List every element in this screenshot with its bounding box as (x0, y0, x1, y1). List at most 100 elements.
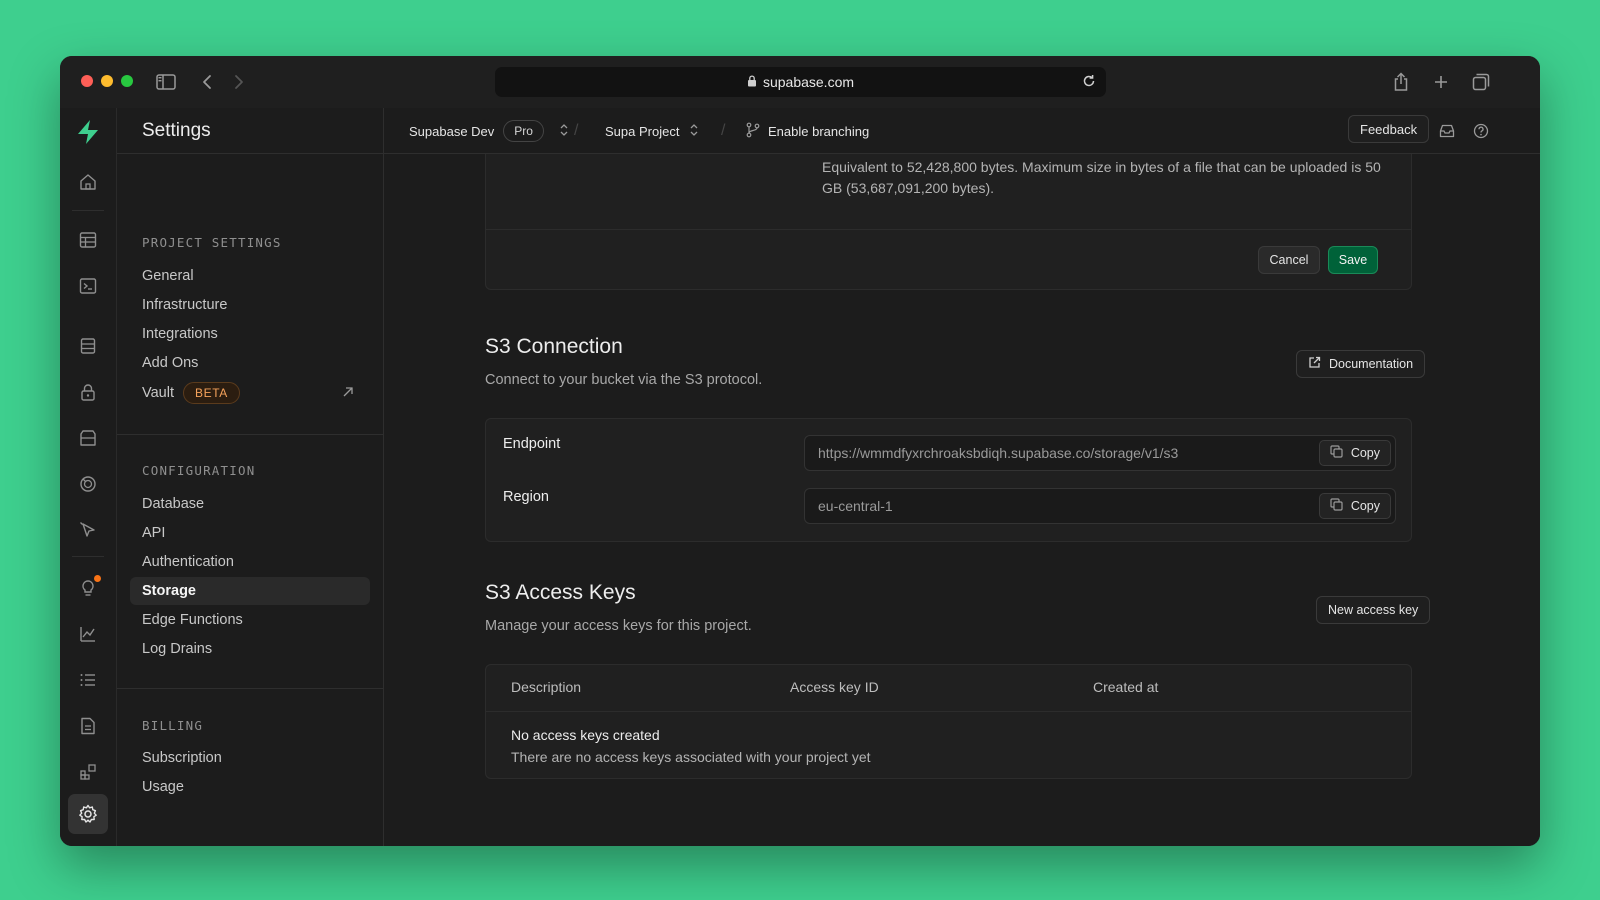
auth-icon[interactable] (68, 372, 108, 412)
sidebar-item-database[interactable]: Database (130, 490, 370, 518)
save-button[interactable]: Save (1328, 246, 1378, 274)
settings-icon[interactable] (68, 794, 108, 834)
browser-window: supabase.com Settings PROJECT SETTINGS G… (60, 56, 1540, 846)
sidebar-item-integrations[interactable]: Integrations (130, 320, 370, 348)
url-text: supabase.com (762, 74, 855, 90)
region-label: Region (503, 489, 549, 505)
new-tab-icon[interactable] (1428, 69, 1454, 95)
table-header-divider (486, 711, 1411, 712)
tab-overview-icon[interactable] (1468, 69, 1494, 95)
zoom-window-button[interactable] (121, 75, 133, 87)
panel-divider (486, 229, 1411, 230)
sidebar-divider (117, 688, 384, 689)
copy-region-button[interactable]: Copy (1318, 493, 1391, 519)
sidebar-item-usage[interactable]: Usage (130, 773, 370, 801)
chevron-up-down-icon (689, 123, 699, 140)
address-bar[interactable]: supabase.com (495, 67, 1106, 97)
close-window-button[interactable] (81, 75, 93, 87)
sidebar-title: Settings (117, 108, 383, 154)
sidebar-item-storage[interactable]: Storage (130, 577, 370, 605)
edge-functions-icon[interactable] (68, 510, 108, 550)
region-value: eu-central-1 (818, 498, 893, 514)
breadcrumb-separator: / (721, 122, 726, 139)
sql-editor-icon[interactable] (68, 266, 108, 306)
share-icon[interactable] (1388, 69, 1414, 95)
s3-access-keys-title: S3 Access Keys (485, 581, 636, 604)
sidebar-item-authentication[interactable]: Authentication (130, 548, 370, 576)
sidebar-item-vault[interactable]: Vault BETA (130, 379, 370, 407)
sidebar-item-edge-functions[interactable]: Edge Functions (130, 606, 370, 634)
section-title-project-settings: PROJECT SETTINGS (142, 235, 282, 250)
inbox-icon[interactable] (1439, 108, 1455, 154)
endpoint-value: https://wmmdfyxrchroaksbdiqh.supabase.co… (818, 445, 1179, 461)
s3-access-keys-subtitle: Manage your access keys for this project… (485, 618, 752, 634)
copy-endpoint-button[interactable]: Copy (1318, 440, 1391, 466)
sidebar-divider (117, 434, 384, 435)
sidebar-item-subscription[interactable]: Subscription (130, 744, 370, 772)
documentation-label: Documentation (1329, 357, 1414, 371)
reports-icon[interactable] (68, 614, 108, 654)
minimize-window-button[interactable] (101, 75, 113, 87)
org-selector[interactable]: Supabase Dev Pro (409, 108, 569, 154)
sidebar-item-api[interactable]: API (130, 519, 370, 547)
back-icon[interactable] (194, 69, 220, 95)
project-selector[interactable]: Supa Project (605, 108, 699, 154)
empty-state-subtitle: There are no access keys associated with… (511, 749, 871, 765)
external-link-icon (1308, 356, 1321, 372)
sidebar-toggle-icon[interactable] (153, 69, 179, 95)
section-title-configuration: CONFIGURATION (142, 463, 256, 478)
main-content: Equivalent to 52,428,800 bytes. Maximum … (385, 154, 1540, 846)
empty-state-title: No access keys created (511, 727, 660, 743)
cancel-button[interactable]: Cancel (1258, 246, 1320, 274)
plan-badge: Pro (503, 120, 544, 142)
beta-badge: BETA (182, 382, 240, 404)
sidebar-item-log-drains[interactable]: Log Drains (130, 635, 370, 663)
api-docs-icon[interactable] (68, 706, 108, 746)
external-link-icon (342, 386, 354, 402)
advisors-icon[interactable] (68, 568, 108, 608)
sidebar-item-label: Vault (142, 385, 174, 401)
endpoint-field[interactable]: https://wmmdfyxrchroaksbdiqh.supabase.co… (804, 435, 1396, 471)
notification-dot (94, 575, 101, 582)
s3-connection-title: S3 Connection (485, 335, 623, 358)
project-name: Supa Project (605, 123, 680, 139)
access-keys-table: Description Access key ID Created at No … (485, 664, 1412, 779)
documentation-button[interactable]: Documentation (1296, 350, 1426, 378)
org-name: Supabase Dev (409, 123, 495, 139)
supabase-logo-icon[interactable] (68, 112, 108, 152)
sidebar-item-infrastructure[interactable]: Infrastructure (130, 291, 370, 319)
column-header-created-at: Created at (1093, 679, 1159, 695)
endpoint-label: Endpoint (503, 436, 561, 452)
storage-icon[interactable] (68, 418, 108, 458)
enable-branching-button[interactable]: Enable branching (746, 108, 869, 154)
upload-limit-description: Equivalent to 52,428,800 bytes. Maximum … (822, 159, 1381, 196)
forward-icon[interactable] (226, 69, 252, 95)
icon-rail (60, 108, 117, 846)
new-access-key-button[interactable]: New access key (1316, 596, 1431, 624)
integrations-icon[interactable] (68, 752, 108, 792)
enable-branching-label: Enable branching (768, 123, 870, 139)
sidebar-item-general[interactable]: General (130, 262, 370, 290)
git-branch-icon (746, 122, 760, 141)
upload-limit-panel: Equivalent to 52,428,800 bytes. Maximum … (485, 154, 1412, 290)
sidebar-item-add-ons[interactable]: Add Ons (130, 349, 370, 377)
section-title-billing: BILLING (142, 718, 204, 733)
reload-icon[interactable] (1080, 72, 1098, 93)
browser-toolbar: supabase.com (60, 56, 1540, 108)
table-editor-icon[interactable] (68, 220, 108, 260)
feedback-button[interactable]: Feedback (1348, 115, 1430, 143)
database-icon[interactable] (68, 326, 108, 366)
help-icon[interactable] (1473, 108, 1489, 154)
copy-label: Copy (1350, 446, 1380, 460)
home-icon[interactable] (68, 162, 108, 202)
s3-connection-subtitle: Connect to your bucket via the S3 protoc… (485, 372, 763, 388)
project-topbar: Supabase Dev Pro / Supa Project / Enable… (384, 108, 1540, 154)
copy-label: Copy (1350, 499, 1380, 513)
lock-icon (747, 74, 757, 90)
realtime-icon[interactable] (68, 464, 108, 504)
settings-sidebar: Settings PROJECT SETTINGS General Infras… (117, 108, 384, 846)
region-field[interactable]: eu-central-1 Copy (804, 488, 1396, 524)
chevron-up-down-icon (559, 123, 569, 140)
logs-icon[interactable] (68, 660, 108, 700)
copy-icon (1330, 445, 1343, 461)
